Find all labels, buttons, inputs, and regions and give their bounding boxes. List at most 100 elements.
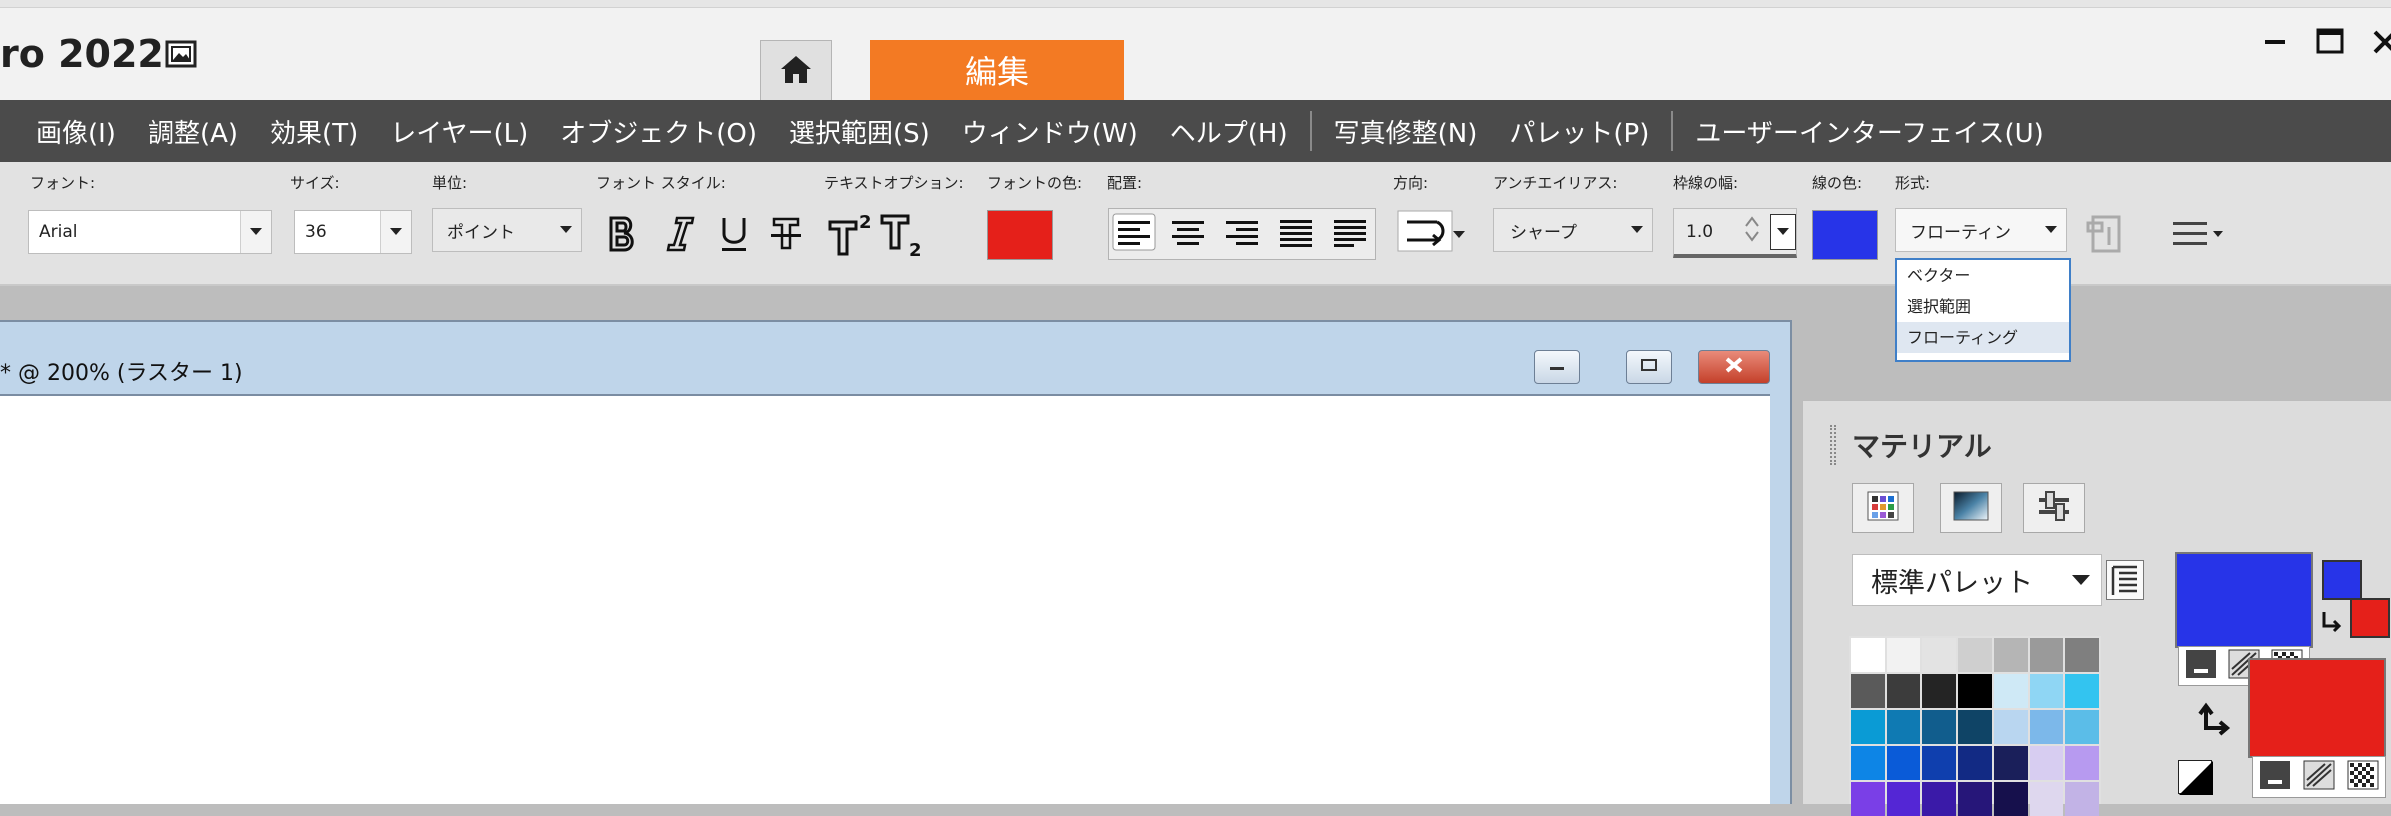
color-swatch[interactable] (2065, 746, 2099, 780)
tab-edit[interactable]: 編集 (870, 40, 1124, 100)
apply-icon[interactable] (2082, 210, 2128, 258)
menu-user-interface[interactable]: ユーザーインターフェイス(U) (1679, 113, 2059, 150)
menu-objects[interactable]: オブジェクト(O) (544, 113, 773, 150)
align-right-icon[interactable] (1219, 212, 1265, 256)
color-swatch[interactable] (1851, 782, 1885, 816)
stroke-width-spinner[interactable]: 1.0 (1673, 208, 1797, 258)
chevron-down-icon[interactable] (1453, 224, 1465, 243)
color-swatch[interactable] (1993, 674, 2028, 708)
color-swatch[interactable] (1922, 710, 1957, 744)
format-option-floating[interactable]: フローティング (1897, 322, 2069, 353)
menu-selections[interactable]: 選択範囲(S) (773, 113, 946, 150)
spinner-arrows-icon[interactable] (1744, 214, 1770, 249)
reset-colors-icon[interactable] (2178, 760, 2213, 795)
color-swatch[interactable] (1922, 746, 1957, 780)
color-swatch[interactable] (1851, 674, 1885, 708)
font-select[interactable]: Arial (28, 210, 272, 254)
maximize-icon[interactable] (2310, 22, 2350, 62)
color-swatch[interactable] (1993, 638, 2028, 672)
color-swatch[interactable] (2029, 710, 2064, 744)
menu-effects[interactable]: 効果(T) (254, 113, 374, 150)
color-swatch[interactable] (1958, 638, 1992, 672)
adjust-tab[interactable] (2023, 483, 2085, 533)
doc-minimize-button[interactable] (1534, 350, 1580, 384)
image-canvas[interactable] (0, 394, 1770, 804)
color-style-icon[interactable] (2185, 649, 2217, 683)
chevron-down-icon[interactable] (240, 211, 271, 253)
size-select[interactable]: 36 (294, 210, 412, 254)
chevron-down-icon[interactable] (551, 209, 581, 251)
color-swatch[interactable] (1993, 782, 2028, 816)
palette-select[interactable]: 標準パレット (1852, 554, 2102, 606)
color-swatch[interactable] (1958, 710, 1992, 744)
color-swatch[interactable] (1958, 746, 1992, 780)
gradient-tab[interactable] (1940, 483, 2002, 533)
color-swatch[interactable] (2029, 638, 2064, 672)
menu-photo-fix[interactable]: 写真修整(N) (1318, 113, 1494, 150)
format-select[interactable]: フローティン (1895, 208, 2067, 252)
close-icon[interactable] (2365, 22, 2391, 62)
font-color-swatch[interactable] (987, 210, 1053, 260)
color-swatch[interactable] (1958, 782, 1992, 816)
color-swatch[interactable] (1851, 710, 1885, 744)
swap-small-icon[interactable] (2318, 606, 2346, 634)
menu-help[interactable]: ヘルプ(H) (1154, 113, 1304, 150)
pattern-style-icon[interactable] (2347, 760, 2379, 794)
bold-icon[interactable] (602, 212, 642, 256)
underline-icon[interactable] (714, 212, 754, 256)
format-option-selection[interactable]: 選択範囲 (1897, 291, 2069, 322)
superscript-icon[interactable]: 2 (826, 210, 878, 258)
small-foreground-swatch[interactable] (2322, 560, 2362, 600)
format-option-vector[interactable]: ベクター (1897, 260, 2069, 291)
color-swatch[interactable] (1886, 638, 1921, 672)
menu-adjust[interactable]: 調整(A) (132, 113, 254, 150)
gradient-style-icon[interactable] (2303, 760, 2335, 794)
panel-grip[interactable] (1830, 425, 1836, 465)
chevron-down-icon[interactable] (1770, 213, 1796, 250)
menu-image[interactable]: 画像(I) (20, 113, 132, 150)
foreground-color[interactable] (2175, 552, 2313, 648)
swatches-tab[interactable] (1852, 483, 1914, 533)
antialias-select[interactable]: シャープ (1493, 208, 1653, 252)
chevron-down-icon[interactable] (2061, 574, 2101, 586)
italic-icon[interactable] (660, 212, 700, 256)
text-direction-select[interactable] (1393, 210, 1469, 256)
menu-palettes[interactable]: パレット(P) (1493, 113, 1665, 150)
color-swatch[interactable] (2065, 638, 2099, 672)
color-swatch[interactable] (1993, 746, 2028, 780)
menu-window[interactable]: ウィンドウ(W) (946, 113, 1154, 150)
more-options-icon[interactable] (2168, 212, 2230, 256)
minimize-icon[interactable] (2255, 22, 2295, 62)
color-style-icon[interactable] (2259, 760, 2291, 794)
color-swatch[interactable] (2029, 782, 2064, 816)
background-color[interactable] (2248, 658, 2386, 758)
color-swatch[interactable] (2065, 710, 2099, 744)
color-swatch[interactable] (1922, 638, 1957, 672)
color-swatch[interactable] (2065, 674, 2099, 708)
color-swatch[interactable] (1886, 782, 1921, 816)
color-swatch[interactable] (1922, 674, 1957, 708)
palette-menu-icon[interactable] (2106, 560, 2144, 600)
strikethrough-icon[interactable] (766, 212, 806, 256)
picture-icon[interactable] (165, 40, 197, 70)
justify-last-line-icon[interactable] (1327, 212, 1373, 256)
align-center-icon[interactable] (1165, 212, 1211, 256)
justify-icon[interactable] (1273, 212, 1319, 256)
color-swatch[interactable] (1993, 710, 2028, 744)
menu-layers[interactable]: レイヤー(L) (374, 113, 544, 150)
subscript-icon[interactable]: 2 (878, 210, 930, 258)
unit-select[interactable]: ポイント (432, 208, 582, 252)
chevron-down-icon[interactable] (2036, 209, 2066, 251)
small-background-swatch[interactable] (2350, 598, 2390, 638)
chevron-down-icon[interactable] (1622, 209, 1652, 251)
color-swatch[interactable] (1886, 746, 1921, 780)
stroke-color-swatch[interactable] (1812, 210, 1878, 260)
color-swatch[interactable] (1851, 638, 1885, 672)
color-swatch[interactable] (1958, 674, 1992, 708)
doc-restore-button[interactable] (1626, 350, 1672, 384)
home-tab[interactable] (760, 40, 832, 100)
doc-close-button[interactable] (1698, 350, 1770, 384)
chevron-down-icon[interactable] (380, 211, 411, 253)
align-left-icon[interactable] (1111, 212, 1157, 256)
color-swatch[interactable] (1922, 782, 1957, 816)
